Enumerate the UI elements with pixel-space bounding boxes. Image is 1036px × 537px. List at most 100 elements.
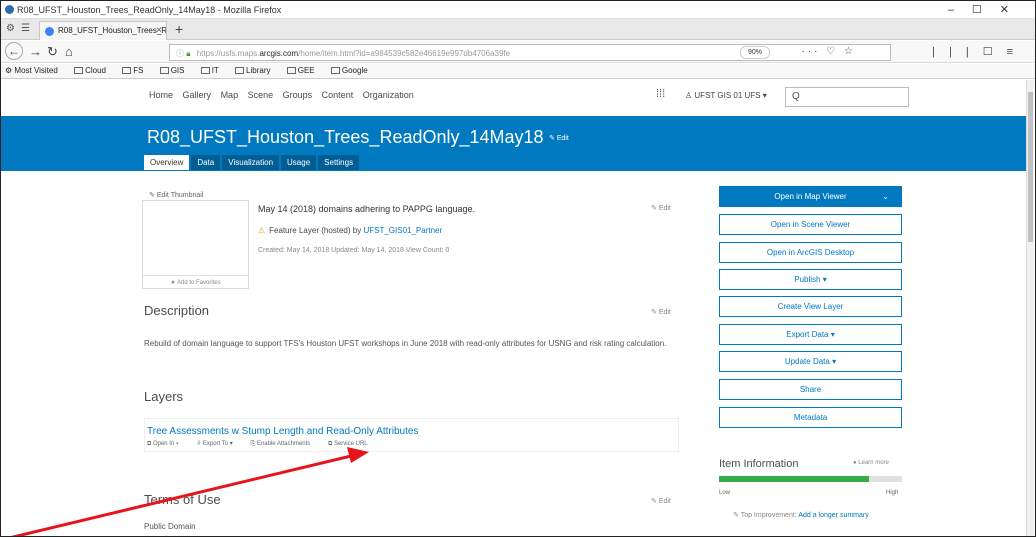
progress-high-label: High — [886, 490, 899, 496]
terms-edit-link[interactable]: ✎ Edit — [651, 497, 671, 505]
url-bar[interactable]: ⓘ 🔒︎ https://usfs.maps.arcgis.com/home/i… — [169, 44, 891, 61]
browser-window: R08_UFST_Houston_Trees_ReadOnly_14May18 … — [0, 0, 1036, 537]
summary-edit-link[interactable]: ✎ Edit — [651, 204, 671, 212]
nav-home[interactable]: Home — [149, 90, 173, 100]
item-type: ⚠ Feature Layer (hosted) by UFST_GIS01_Pa… — [258, 226, 443, 235]
new-tab-icon[interactable]: + — [175, 21, 183, 37]
export-to-button[interactable]: ⇩ Export To ▾ — [196, 441, 241, 447]
folder-icon — [122, 67, 132, 74]
tab-visualization[interactable]: Visualization — [222, 155, 280, 170]
bookmark-gee[interactable]: GEE — [286, 66, 322, 75]
tab-data[interactable]: Data — [191, 155, 221, 170]
lightbulb-icon: ✎ — [733, 512, 739, 519]
terms-heading: Terms of Use — [144, 492, 221, 507]
metadata-button[interactable]: Metadata — [719, 407, 902, 428]
nav-groups[interactable]: Groups — [283, 90, 313, 100]
window-title: R08_UFST_Houston_Trees_ReadOnly_14May18 … — [17, 5, 282, 15]
description-text: Rebuild of domain language to support TF… — [144, 339, 667, 348]
close-tab-icon[interactable]: × — [156, 25, 162, 36]
navigation-bar: ← → ↻ ⌂ ⓘ 🔒︎ https://usfs.maps.arcgis.co… — [1, 41, 1035, 63]
terms-text: Public Domain — [144, 522, 196, 531]
page-actions-icon[interactable]: ··· ♡ ☆ — [802, 46, 856, 57]
bookmark-google[interactable]: Google — [330, 66, 375, 75]
nav-organization[interactable]: Organization — [363, 90, 414, 100]
item-information-heading: Item Information — [719, 458, 799, 470]
folder-icon — [235, 67, 245, 74]
item-tabs: Overview Data Visualization Usage Settings — [144, 155, 361, 170]
progress-low-label: Low — [719, 490, 731, 496]
tab-usage[interactable]: Usage — [281, 155, 317, 170]
page-title: R08_UFST_Houston_Trees_ReadOnly_14May18 — [147, 127, 544, 147]
bookmarks-toolbar: ⚙ Most Visited Cloud FS GIS IT Library G… — [1, 64, 1035, 79]
open-in-button[interactable]: ⧉ Open In ▾ — [147, 441, 187, 447]
create-view-layer-button[interactable]: Create View Layer — [719, 296, 902, 317]
share-button[interactable]: Share — [719, 379, 902, 400]
bookmark-fs[interactable]: FS — [122, 66, 150, 75]
nav-content[interactable]: Content — [322, 90, 354, 100]
scrollbar-thumb[interactable] — [1028, 92, 1033, 242]
nav-gallery[interactable]: Gallery — [183, 90, 212, 100]
top-navigation: Home Gallery Map Scene Groups Content Or… — [149, 90, 421, 100]
description-edit-link[interactable]: ✎ Edit — [651, 308, 671, 316]
export-data-button[interactable]: Export Data ▾ — [719, 324, 902, 345]
forward-button[interactable]: → — [29, 44, 42, 59]
item-thumbnail — [142, 200, 249, 275]
add-longer-summary-link[interactable]: Add a longer summary — [798, 512, 868, 519]
url-domain: arcgis.com — [259, 49, 299, 58]
item-information-progress — [719, 476, 902, 482]
search-icon: Q — [792, 91, 800, 102]
bookmark-gis[interactable]: GIS — [159, 66, 192, 75]
open-in-map-viewer-button[interactable]: Open in Map Viewer ⌄ — [719, 186, 902, 207]
item-summary: May 14 (2018) domains adhering to PAPPG … — [258, 204, 475, 214]
layers-heading: Layers — [144, 389, 184, 404]
app-launcher-icon[interactable]: ⁞⁞⁞ — [656, 88, 665, 100]
open-in-arcgis-desktop-button[interactable]: Open in ArcGIS Desktop — [719, 242, 902, 263]
pinned-tab-icon[interactable]: ☰ — [21, 23, 30, 34]
publish-button[interactable]: Publish ▾ — [719, 269, 902, 290]
update-data-button[interactable]: Update Data ▾ — [719, 351, 902, 372]
gear-icon[interactable]: ⚙ — [6, 23, 15, 34]
folder-icon — [200, 67, 210, 74]
back-button[interactable]: ← — [5, 42, 23, 60]
toolbar-icons[interactable]: |||☐≡ — [932, 45, 1027, 58]
layer-actions: ⧉ Open In ▾ ⇩ Export To ▾ ⎘ Enable Attac… — [147, 440, 384, 448]
item-dates: Created: May 14, 2018 Updated: May 14, 2… — [258, 247, 450, 254]
folder-icon — [286, 67, 296, 74]
progress-fill — [719, 476, 870, 482]
learn-more-link[interactable]: ● Learn more — [853, 460, 889, 466]
chevron-down-icon[interactable]: ⌄ — [882, 187, 889, 206]
firefox-icon — [5, 5, 14, 14]
tab-title: R08_UFST_Houston_Trees_Rea — [58, 26, 167, 35]
title-edit-link[interactable]: ✎ Edit — [549, 134, 569, 142]
owner-link[interactable]: UFST_GIS01_Partner — [363, 226, 442, 235]
description-heading: Description — [144, 303, 210, 318]
window-controls[interactable]: –☐✕ — [948, 3, 1027, 16]
nav-scene[interactable]: Scene — [248, 90, 274, 100]
tab-settings[interactable]: Settings — [318, 155, 360, 170]
layer-name-link[interactable]: Tree Assessments w Stump Length and Read… — [147, 426, 418, 437]
home-button[interactable]: ⌂ — [65, 44, 73, 59]
add-to-favorites-button[interactable]: ★ Add to Favorites — [142, 275, 249, 289]
bookmark-library[interactable]: Library — [235, 66, 277, 75]
bookmark-it[interactable]: IT — [200, 66, 226, 75]
zoom-indicator[interactable]: 90% — [740, 46, 770, 59]
bookmark-cloud[interactable]: Cloud — [74, 66, 113, 75]
tab-bar: ⚙ ☰ R08_UFST_Houston_Trees_Rea × + — [1, 19, 1035, 40]
service-url-button[interactable]: ⧉ Service URL — [328, 441, 376, 447]
folder-icon — [159, 67, 169, 74]
browser-tab[interactable]: R08_UFST_Houston_Trees_Rea × — [39, 21, 167, 40]
tab-favicon-icon — [45, 27, 54, 36]
open-in-scene-viewer-button[interactable]: Open in Scene Viewer — [719, 214, 902, 235]
lock-icon: 🔒︎ — [186, 49, 191, 58]
user-menu[interactable]: ♙ UFST GIS 01 UFS ▾ — [685, 91, 767, 100]
tab-overview[interactable]: Overview — [144, 155, 190, 170]
page-scrollbar[interactable] — [1026, 80, 1034, 536]
url-suffix: /home/item.html?id=a984539c582e46619e997… — [298, 49, 511, 58]
edit-thumbnail-link[interactable]: ✎ Edit Thumbnail — [149, 191, 203, 199]
info-icon[interactable]: ⓘ — [176, 49, 184, 58]
enable-attachments-button[interactable]: ⎘ Enable Attachments — [250, 441, 318, 447]
reload-button[interactable]: ↻ — [47, 44, 58, 60]
search-input[interactable]: Q — [785, 87, 909, 107]
nav-map[interactable]: Map — [221, 90, 239, 100]
bookmark-most-visited[interactable]: ⚙ Most Visited — [5, 66, 65, 75]
